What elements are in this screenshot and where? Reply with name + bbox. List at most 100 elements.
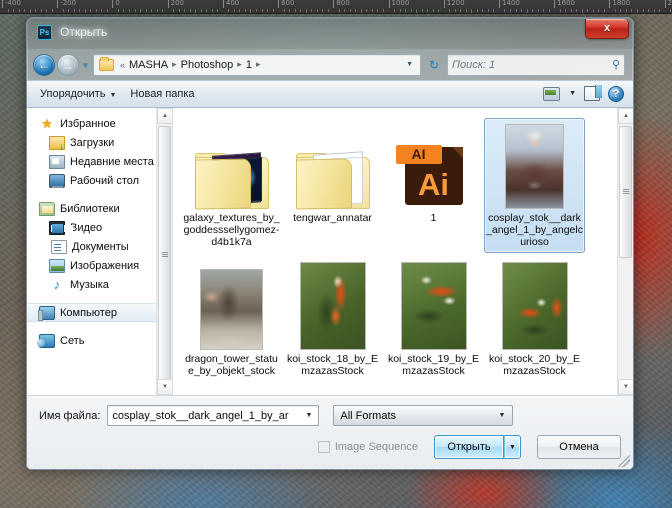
chevron-right-icon[interactable]: ▸	[253, 59, 264, 70]
chevron-right-icon[interactable]: ▸	[234, 59, 245, 70]
ruler-minor-tick	[515, 9, 517, 12]
file-name: 1	[430, 212, 437, 224]
ruler-minor-tick	[40, 9, 42, 12]
image-sequence-label: Image Sequence	[334, 441, 418, 453]
ruler-minor-tick	[90, 9, 92, 12]
close-button[interactable]: x	[585, 19, 629, 39]
ruler-minor-tick	[24, 9, 26, 12]
breadcrumb-item-2[interactable]: 1	[245, 59, 253, 71]
sidebar-item-favorites[interactable]: ★ Избранное	[27, 114, 172, 133]
command-bar: Упорядочить ▼ Новая папка ▼ ?	[27, 80, 633, 108]
folder-icon	[99, 56, 114, 71]
sidebar-label: Недавние места	[70, 155, 154, 168]
music-icon: ♪	[53, 276, 61, 292]
ruler-minor-tick	[603, 9, 605, 12]
sidebar-label: Сеть	[60, 334, 85, 347]
help-button[interactable]: ?	[605, 84, 627, 104]
ruler-minor-tick	[211, 9, 213, 12]
ruler-minor-tick	[399, 9, 401, 12]
cancel-button[interactable]: Отмена	[537, 435, 621, 459]
ruler-minor-tick	[289, 9, 291, 12]
scroll-down-button[interactable]: ▼	[157, 379, 172, 395]
ruler-minor-tick	[7, 9, 9, 12]
list-item[interactable]: tengwar_annatar	[282, 118, 383, 253]
ruler-minor-tick	[576, 9, 578, 12]
scroll-up-button[interactable]: ▲	[618, 108, 633, 124]
file-list-view[interactable]: galaxy_textures_by_goddesssellygomez-d4b…	[173, 108, 633, 395]
ruler-minor-tick	[101, 9, 103, 12]
preview-pane-button[interactable]	[581, 84, 603, 104]
image-sequence-checkbox[interactable]	[317, 441, 330, 453]
file-list-scrollbar[interactable]: ▲ ▼	[617, 108, 633, 395]
photoshop-horizontal-ruler: -400 -200 0 200 400 600 800 1000 1200 1400 1600 180…	[0, 0, 672, 14]
file-format-select[interactable]: All Formats ▼	[333, 405, 514, 426]
scroll-up-button[interactable]: ▲	[157, 108, 172, 124]
filename-input[interactable]: cosplay_stok__dark_angel_1_by_ar ▼	[107, 405, 320, 426]
breadcrumb-overflow[interactable]: «	[117, 60, 128, 70]
ruler-minor-tick	[570, 9, 572, 12]
breadcrumb-history-dropdown[interactable]: ▼	[402, 61, 417, 68]
navigation-pane-scrollbar[interactable]: ▲ ▼	[156, 108, 172, 395]
sidebar-item-recent-places[interactable]: Недавние места	[27, 152, 172, 171]
navigation-tree: ★ Избранное Загрузки Недавние места Рабо…	[27, 108, 172, 350]
view-mode-dropdown-icon[interactable]: ▼	[566, 84, 579, 104]
chevron-down-icon[interactable]: ▼	[301, 412, 316, 419]
actions-row: Image Sequence Открыть ▼ Отмена	[39, 435, 621, 459]
list-item[interactable]: koi_stock_19_by_EmzazasStock	[383, 259, 484, 382]
image-thumbnail	[400, 262, 467, 350]
scrollbar-thumb[interactable]	[158, 126, 171, 384]
ruler-minor-tick	[145, 9, 147, 12]
sidebar-item-music[interactable]: ♪ Музыка	[27, 275, 172, 294]
open-dropdown-button[interactable]: ▼	[504, 435, 521, 459]
new-folder-button[interactable]: Новая папка	[123, 85, 201, 103]
list-item[interactable]: cosplay_stok__dark_angel_1_by_angelcurio…	[484, 118, 585, 253]
dialog-body: ★ Избранное Загрузки Недавние места Рабо…	[27, 108, 633, 395]
sidebar-item-desktop[interactable]: Рабочий стол	[27, 171, 172, 190]
ruler-minor-tick	[394, 9, 396, 12]
sidebar-item-documents[interactable]: Документы	[27, 237, 172, 256]
ruler-major-tick	[57, 0, 59, 8]
sidebar-item-downloads[interactable]: Загрузки	[27, 133, 172, 152]
open-button[interactable]: Открыть	[434, 435, 504, 459]
ruler-major-tick	[554, 0, 556, 8]
scrollbar-thumb[interactable]	[619, 126, 632, 258]
sidebar-item-pictures[interactable]: Изображения	[27, 256, 172, 275]
sidebar-item-libraries[interactable]: Библиотеки	[27, 199, 172, 218]
resize-grip[interactable]	[618, 455, 630, 467]
list-item[interactable]: AI Ai 1	[383, 118, 484, 253]
ruler-major-tick	[112, 0, 114, 8]
list-item[interactable]: galaxy_textures_by_goddesssellygomez-d4b…	[181, 118, 282, 253]
nav-group-computer: Компьютер	[27, 303, 172, 322]
sidebar-item-computer[interactable]: Компьютер	[27, 303, 172, 322]
breadcrumb-item-0[interactable]: MASHA	[128, 59, 169, 71]
recent-pages-dropdown[interactable]: ▼	[79, 54, 92, 76]
help-icon: ?	[608, 86, 624, 102]
ruler-minor-tick	[13, 9, 15, 12]
change-view-button[interactable]	[542, 84, 564, 104]
search-input[interactable]: Поиск: 1 ⚲	[447, 53, 625, 76]
ruler-minor-tick	[659, 9, 661, 12]
sidebar-item-network[interactable]: Сеть	[27, 331, 172, 350]
list-item[interactable]: dragon_tower_statue_by_objekt_stock	[181, 259, 282, 382]
ruler-minor-tick	[195, 9, 197, 13]
refresh-button[interactable]: ↻	[424, 54, 444, 76]
ruler-minor-tick	[294, 9, 296, 12]
forward-button[interactable]: →	[57, 53, 79, 76]
image-sequence-checkbox-group[interactable]: Image Sequence	[317, 441, 418, 453]
organize-menu-button[interactable]: Упорядочить ▼	[33, 85, 123, 103]
ruler-minor-tick	[173, 9, 175, 12]
ruler-minor-tick	[250, 9, 252, 13]
back-button[interactable]: ←	[33, 53, 55, 76]
downloads-icon	[49, 135, 65, 151]
list-item[interactable]: koi_stock_20_by_EmzazasStock	[484, 259, 585, 382]
chevron-right-icon[interactable]: ▸	[169, 59, 180, 70]
breadcrumb-item-1[interactable]: Photoshop	[180, 59, 235, 71]
list-item[interactable]: koi_stock_18_by_EmzazasStock	[282, 259, 383, 382]
sidebar-item-video[interactable]: Видео	[27, 218, 172, 237]
ruler-minor-tick	[327, 9, 329, 12]
computer-icon	[38, 305, 55, 321]
sidebar-label: Избранное	[60, 117, 116, 130]
scroll-down-button[interactable]: ▼	[618, 379, 633, 395]
sidebar-label: Музыка	[70, 278, 109, 291]
breadcrumb[interactable]: « MASHA ▸ Photoshop ▸ 1 ▸ ▼	[93, 53, 421, 76]
